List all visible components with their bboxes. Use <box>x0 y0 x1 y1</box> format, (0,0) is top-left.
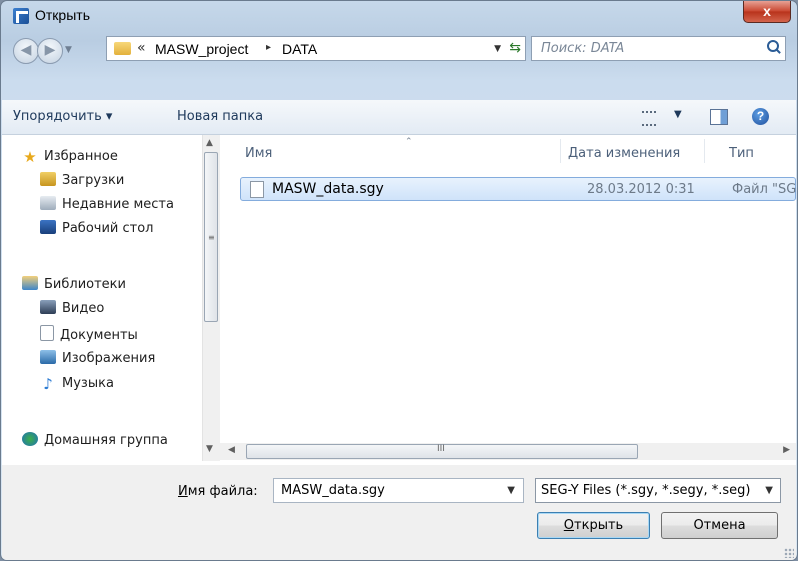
column-header-date[interactable]: Дата изменения <box>568 146 680 161</box>
file-type: Файл "SG <box>732 182 797 197</box>
horizontal-scrollbar[interactable]: ◀ III ▶ <box>220 443 796 460</box>
view-dropdown-chevron-icon[interactable]: ▼ <box>674 109 682 120</box>
column-divider[interactable] <box>560 139 561 163</box>
window-title: Открыть <box>35 7 90 23</box>
filename-field[interactable]: MASW_data.sgy ▼ <box>273 478 524 503</box>
libraries-icon <box>22 276 38 290</box>
homegroup-icon <box>22 432 38 446</box>
breadcrumb-item-masw-project[interactable]: MASW_project <box>155 41 248 57</box>
chevron-down-icon[interactable]: ▼ <box>507 485 515 496</box>
star-icon: ★ <box>23 148 37 166</box>
command-bar: Упорядочить ▾ Новая папка ▼ ? <box>2 100 796 135</box>
sidebar-item-desktop[interactable]: Рабочий стол <box>40 220 153 242</box>
pictures-icon <box>40 350 56 364</box>
title-bar[interactable]: Открыть x <box>1 1 797 31</box>
open-icon <box>13 8 29 24</box>
downloads-folder-icon <box>40 172 56 186</box>
open-file-dialog: Открыть x ◀ ▶ ▼ « MASW_project ▸ DATA ▼ … <box>0 0 798 561</box>
address-bar[interactable]: « MASW_project ▸ DATA ▼ ⇆ <box>106 36 526 61</box>
scrollbar-thumb[interactable]: ≡ <box>204 152 218 322</box>
column-header-type[interactable]: Тип <box>729 146 754 161</box>
new-folder-button[interactable]: Новая папка <box>177 109 263 124</box>
column-divider[interactable] <box>704 139 705 163</box>
view-options-icon[interactable] <box>642 111 656 126</box>
grip-icon: ≡ <box>208 233 215 242</box>
search-input[interactable]: Поиск: DATA <box>541 41 624 56</box>
cancel-button[interactable]: Отмена <box>661 512 778 539</box>
recent-places-icon <box>40 196 56 210</box>
sort-ascending-icon: ⌃ <box>405 137 413 147</box>
arrow-right-icon: ▶ <box>44 42 56 58</box>
breadcrumb-overflow[interactable]: « <box>137 40 146 56</box>
sidebar-item-libraries[interactable]: Библиотеки <box>22 276 126 298</box>
sidebar-item-favorites[interactable]: ★ Избранное <box>22 148 118 170</box>
breadcrumb-separator-icon[interactable]: ▸ <box>266 42 271 53</box>
search-box[interactable]: Поиск: DATA <box>531 36 786 61</box>
sidebar-item-music[interactable]: ♪ Музыка <box>40 375 114 397</box>
navigation-pane: ★ Избранное Загрузки Недавние места Рабоч… <box>2 135 202 465</box>
forward-button[interactable]: ▶ <box>37 38 63 64</box>
chevron-down-icon[interactable]: ▼ <box>765 485 773 496</box>
sidebar-item-video[interactable]: Видео <box>40 300 104 322</box>
scroll-right-arrow-icon[interactable]: ▶ <box>783 445 790 455</box>
navigation-scrollbar[interactable]: ▲ ≡ ▼ <box>202 135 220 461</box>
column-header-name[interactable]: Имя ⌃ <box>245 137 413 161</box>
sidebar-item-homegroup[interactable]: Домашняя группа <box>22 432 168 454</box>
filename-input[interactable]: MASW_data.sgy <box>281 483 385 498</box>
scrollbar-thumb[interactable]: III <box>246 444 638 459</box>
sidebar-item-recent-places[interactable]: Недавние места <box>40 196 174 218</box>
filename-label: Имя файла: <box>178 484 258 499</box>
refresh-icon[interactable]: ⇆ <box>509 40 521 56</box>
organize-button[interactable]: Упорядочить ▾ <box>13 109 112 124</box>
file-row[interactable]: MASW_data.sgy 28.03.2012 0:31 Файл "SG <box>240 177 796 201</box>
content-area: ★ Избранное Загрузки Недавние места Рабоч… <box>2 135 796 465</box>
open-button[interactable]: Открыть <box>537 512 650 539</box>
dialog-footer: Имя файла: MASW_data.sgy ▼ SEG-Y Files (… <box>2 465 796 560</box>
filetype-value: SEG-Y Files (*.sgy, *.segy, *.seg) <box>541 483 751 498</box>
file-date: 28.03.2012 0:31 <box>587 182 695 197</box>
music-icon: ♪ <box>43 375 53 393</box>
resize-grip-icon[interactable] <box>784 548 794 558</box>
sidebar-item-documents[interactable]: Документы <box>40 325 138 347</box>
folder-icon <box>114 42 131 55</box>
chevron-down-icon[interactable]: ▼ <box>494 44 501 54</box>
file-list: Имя ⌃ Дата изменения Тип MASW_data.sgy 2… <box>220 135 796 465</box>
filetype-select[interactable]: SEG-Y Files (*.sgy, *.segy, *.seg) ▼ <box>535 478 781 503</box>
scroll-up-arrow-icon[interactable]: ▲ <box>206 138 213 148</box>
video-icon <box>40 300 56 314</box>
preview-pane-icon[interactable] <box>710 109 728 125</box>
navigation-bar: ◀ ▶ ▼ « MASW_project ▸ DATA ▼ ⇆ Поиск: D… <box>1 31 797 69</box>
file-icon <box>250 181 264 198</box>
back-button[interactable]: ◀ <box>13 38 39 64</box>
breadcrumb-item-data[interactable]: DATA <box>282 41 317 57</box>
close-button[interactable]: x <box>743 1 791 23</box>
grip-icon: III <box>437 444 445 454</box>
recent-locations-chevron-icon[interactable]: ▼ <box>65 45 72 55</box>
arrow-left-icon: ◀ <box>20 42 32 58</box>
help-icon[interactable]: ? <box>752 108 769 125</box>
desktop-icon <box>40 220 56 234</box>
sidebar-item-pictures[interactable]: Изображения <box>40 350 155 372</box>
sidebar-item-downloads[interactable]: Загрузки <box>40 172 124 194</box>
scroll-down-arrow-icon[interactable]: ▼ <box>206 444 213 454</box>
search-icon[interactable] <box>767 40 779 52</box>
file-name: MASW_data.sgy <box>272 181 384 197</box>
scroll-left-arrow-icon[interactable]: ◀ <box>228 445 235 455</box>
documents-icon <box>40 325 54 341</box>
